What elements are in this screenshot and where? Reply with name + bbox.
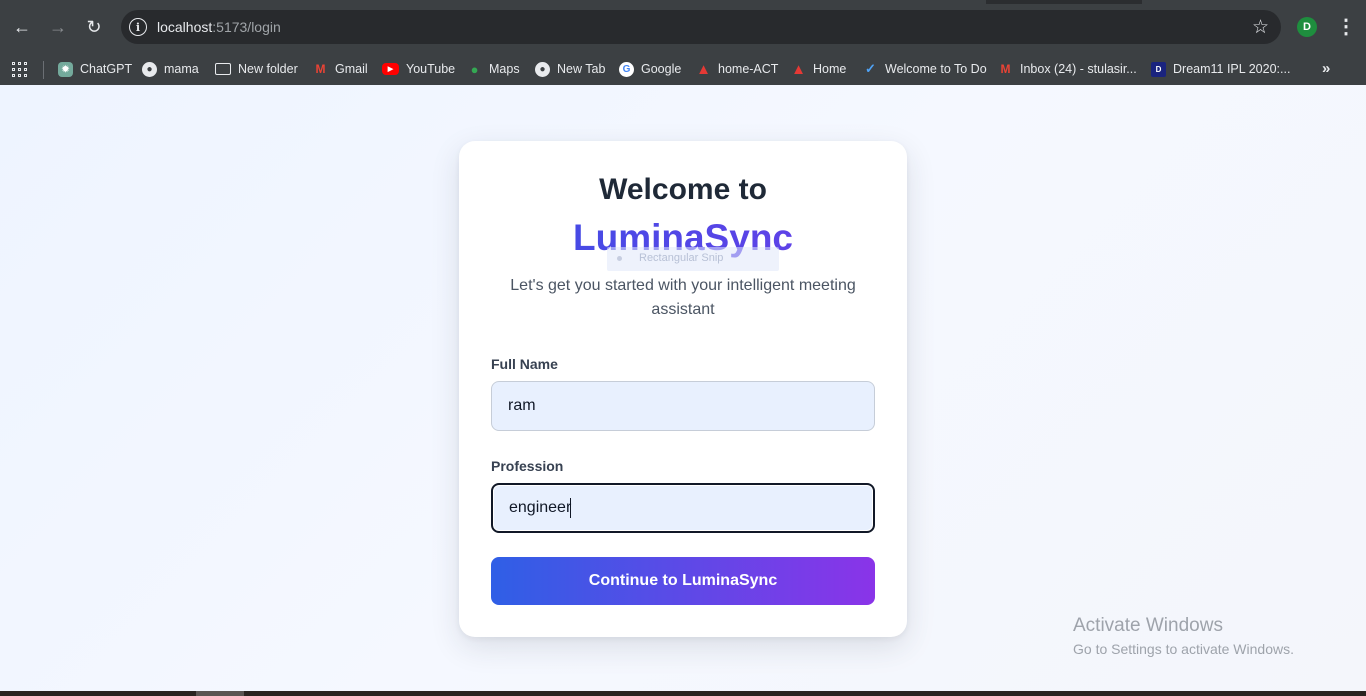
- apps-grid-icon[interactable]: [12, 62, 27, 77]
- address-url[interactable]: localhost:5173/login: [157, 19, 281, 35]
- bookmark-label: Gmail: [335, 62, 368, 76]
- bookmark-label: Maps: [489, 62, 520, 76]
- chatgpt-icon: ✹: [58, 61, 73, 77]
- bookmark-new-tab[interactable]: ● New Tab: [535, 53, 605, 85]
- browser-toolbar: ← → ↻ i localhost:5173/login ☆ D ⋮: [0, 0, 1366, 53]
- windows-activation-watermark: Activate Windows Go to Settings to activ…: [1073, 615, 1294, 657]
- profession-label: Profession: [491, 458, 564, 474]
- act-icon: ▲: [791, 60, 806, 78]
- todo-icon: ✓: [865, 61, 876, 76]
- bookmarks-divider: [43, 61, 44, 79]
- tab-strip: [0, 0, 1366, 4]
- bookmark-star-icon[interactable]: ☆: [1252, 16, 1269, 39]
- bookmark-label: Dream11 IPL 2020:...: [1173, 62, 1291, 76]
- profession-input[interactable]: [491, 483, 875, 533]
- address-bar[interactable]: i localhost:5173/login ☆: [121, 10, 1281, 44]
- login-card: Welcome to LuminaSync Rectangular Snip L…: [459, 141, 907, 637]
- dream11-icon: D: [1151, 61, 1166, 77]
- bookmark-chatgpt[interactable]: ✹ ChatGPT: [58, 53, 132, 85]
- bookmark-todo[interactable]: ✓ Welcome to To Do: [863, 53, 987, 85]
- bookmark-label: mama: [164, 62, 199, 76]
- profile-avatar[interactable]: D: [1297, 17, 1317, 37]
- active-tab-edge: [0, 0, 986, 4]
- youtube-icon: ▶: [382, 63, 399, 75]
- globe-icon: ●: [142, 61, 157, 77]
- bookmark-mama[interactable]: ● mama: [142, 53, 199, 85]
- bookmark-maps[interactable]: ● Maps: [467, 53, 520, 85]
- bookmark-home[interactable]: ▲ Home: [791, 53, 846, 85]
- bookmark-inbox[interactable]: M Inbox (24) - stulasir...: [998, 53, 1137, 85]
- snip-tool-overlay: Rectangular Snip: [607, 247, 779, 271]
- bookmark-label: Google: [641, 62, 682, 76]
- bookmark-label: Welcome to To Do: [885, 62, 987, 76]
- bookmark-dream11[interactable]: D Dream11 IPL 2020:...: [1151, 53, 1290, 85]
- globe-icon: ●: [535, 61, 550, 77]
- bookmarks-bar: ✹ ChatGPT ● mama New folder M Gmail ▶ Yo…: [0, 53, 1366, 85]
- url-host: localhost: [157, 19, 213, 35]
- bookmark-label: ChatGPT: [80, 62, 133, 76]
- google-icon: G: [619, 61, 634, 77]
- snip-dot-icon: [617, 256, 622, 261]
- reload-icon[interactable]: ↻: [81, 14, 107, 40]
- forward-icon[interactable]: →: [45, 14, 71, 40]
- bookmark-label: YouTube: [406, 62, 456, 76]
- url-path: :5173/login: [212, 19, 281, 35]
- taskbar-edge: [0, 691, 1366, 696]
- continue-button[interactable]: Continue to LuminaSync: [491, 557, 875, 605]
- full-name-label: Full Name: [491, 356, 558, 372]
- site-info-icon[interactable]: i: [129, 18, 147, 36]
- page-viewport: Welcome to LuminaSync Rectangular Snip L…: [0, 85, 1366, 691]
- back-icon[interactable]: ←: [9, 14, 35, 40]
- full-name-input[interactable]: [491, 381, 875, 431]
- bookmark-new-folder[interactable]: New folder: [215, 53, 298, 85]
- bookmark-label: home-ACT: [718, 62, 779, 76]
- bookmark-gmail[interactable]: M Gmail: [313, 53, 368, 85]
- gmail-icon: M: [315, 62, 326, 76]
- maps-icon: ●: [470, 61, 479, 77]
- folder-icon: [215, 63, 231, 75]
- bookmark-label: Home: [813, 62, 847, 76]
- bookmark-home-act[interactable]: ▲ home-ACT: [696, 53, 778, 85]
- text-caret: [570, 498, 571, 518]
- act-icon: ▲: [696, 60, 711, 78]
- bookmark-label: Inbox (24) - stulasir...: [1020, 62, 1137, 76]
- watermark-title: Activate Windows: [1073, 615, 1223, 636]
- bookmark-google[interactable]: G Google: [619, 53, 681, 85]
- taskbar-thumb: [196, 691, 244, 696]
- inactive-tab-edge: [1142, 0, 1366, 4]
- gmail-icon: M: [1000, 62, 1011, 76]
- subtitle: Let's get you started with your intellig…: [510, 277, 856, 318]
- snip-overlay-label: Rectangular Snip: [639, 252, 724, 264]
- more-bookmarks-icon[interactable]: »: [1322, 60, 1330, 77]
- watermark-subtitle: Go to Settings to activate Windows.: [1073, 641, 1294, 657]
- bookmark-youtube[interactable]: ▶ YouTube: [382, 53, 455, 85]
- welcome-heading: Welcome to: [599, 173, 767, 206]
- bookmark-label: New Tab: [557, 62, 606, 76]
- bookmark-label: New folder: [238, 62, 298, 76]
- browser-menu-icon[interactable]: ⋮: [1336, 14, 1356, 40]
